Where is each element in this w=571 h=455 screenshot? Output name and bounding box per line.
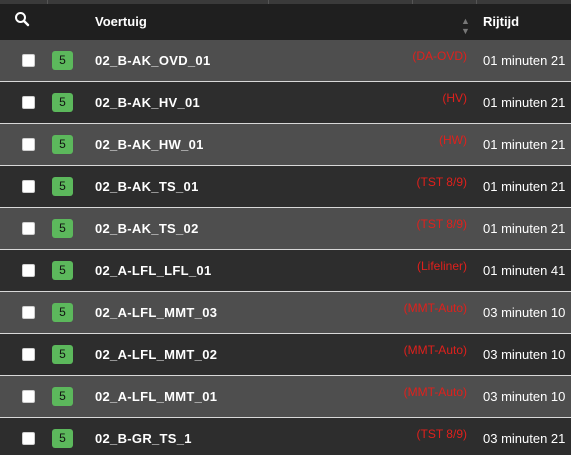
drive-time: 01 minuten 41	[483, 263, 566, 278]
vehicle-table: Voertuig ▲ ▼ Rijtijd 5 02_B-AK_OVD_01 (DA-O…	[0, 0, 571, 455]
vehicle-type: (HV)	[442, 91, 467, 105]
column-header-vehicle[interactable]: Voertuig	[95, 14, 147, 29]
drive-time: 03 minuten 10	[483, 389, 566, 404]
sort-icon[interactable]: ▲ ▼	[461, 16, 470, 36]
table-row[interactable]: 5 02_A-LFL_MMT_01 (MMT-Auto) 03 minuten 10	[0, 376, 571, 418]
status-badge: 5	[52, 303, 73, 322]
drive-time: 01 minuten 21	[483, 179, 566, 194]
vehicle-name: 02_A-LFL_MMT_03	[95, 305, 218, 320]
vehicle-name: 02_A-LFL_LFL_01	[95, 263, 212, 278]
row-checkbox[interactable]	[22, 432, 35, 445]
vehicle-type: (MMT-Auto)	[403, 385, 467, 399]
drive-time: 01 minuten 21	[483, 53, 566, 68]
drive-time: 01 minuten 21	[483, 95, 566, 110]
drive-time: 03 minuten 10	[483, 347, 566, 362]
table-row[interactable]: 5 02_B-GR_TS_1 (TST 8/9) 03 minuten 21	[0, 418, 571, 455]
vehicle-name: 02_A-LFL_MMT_02	[95, 347, 218, 362]
table-row[interactable]: 5 02_A-LFL_MMT_03 (MMT-Auto) 03 minuten 10	[0, 292, 571, 334]
table-row[interactable]: 5 02_B-AK_TS_01 (TST 8/9) 01 minuten 21	[0, 166, 571, 208]
status-badge: 5	[52, 429, 73, 448]
row-checkbox[interactable]	[22, 180, 35, 193]
table-row[interactable]: 5 02_A-LFL_LFL_01 (Lifeliner) 01 minuten 41	[0, 250, 571, 292]
column-header-time[interactable]: Rijtijd	[483, 14, 519, 29]
vehicle-type: (TST 8/9)	[416, 427, 467, 441]
table-header: Voertuig ▲ ▼ Rijtijd	[0, 4, 571, 42]
row-checkbox[interactable]	[22, 96, 35, 109]
status-badge: 5	[52, 177, 73, 196]
vehicle-type: (HW)	[439, 133, 467, 147]
table-row[interactable]: 5 02_A-LFL_MMT_02 (MMT-Auto) 03 minuten 10	[0, 334, 571, 376]
search-icon[interactable]	[14, 11, 34, 31]
drive-time: 01 minuten 21	[483, 137, 566, 152]
row-checkbox[interactable]	[22, 138, 35, 151]
status-badge: 5	[52, 135, 73, 154]
vehicle-name: 02_A-LFL_MMT_01	[95, 389, 218, 404]
vehicle-name: 02_B-AK_HV_01	[95, 95, 201, 110]
drive-time: 03 minuten 10	[483, 305, 566, 320]
status-badge: 5	[52, 51, 73, 70]
vehicle-type: (MMT-Auto)	[403, 301, 467, 315]
vehicle-type: (DA-OVD)	[412, 49, 467, 63]
status-badge: 5	[52, 261, 73, 280]
status-badge: 5	[52, 387, 73, 406]
row-checkbox[interactable]	[22, 306, 35, 319]
row-checkbox[interactable]	[22, 54, 35, 67]
vehicle-type: (TST 8/9)	[416, 217, 467, 231]
drive-time: 01 minuten 21	[483, 221, 566, 236]
row-checkbox[interactable]	[22, 264, 35, 277]
row-checkbox[interactable]	[22, 222, 35, 235]
vehicle-name: 02_B-AK_OVD_01	[95, 53, 211, 68]
table-row[interactable]: 5 02_B-AK_TS_02 (TST 8/9) 01 minuten 21	[0, 208, 571, 250]
table-row[interactable]: 5 02_B-AK_HW_01 (HW) 01 minuten 21	[0, 124, 571, 166]
vehicle-type: (MMT-Auto)	[403, 343, 467, 357]
status-badge: 5	[52, 345, 73, 364]
table-body: 5 02_B-AK_OVD_01 (DA-OVD) 01 minuten 21 5 02_…	[0, 40, 571, 455]
vehicle-name: 02_B-AK_TS_01	[95, 179, 199, 194]
table-row[interactable]: 5 02_B-AK_OVD_01 (DA-OVD) 01 minuten 21	[0, 40, 571, 82]
drive-time: 03 minuten 21	[483, 431, 566, 446]
vehicle-name: 02_B-GR_TS_1	[95, 431, 192, 446]
vehicle-name: 02_B-AK_TS_02	[95, 221, 199, 236]
status-badge: 5	[52, 93, 73, 112]
table-row[interactable]: 5 02_B-AK_HV_01 (HV) 01 minuten 21	[0, 82, 571, 124]
vehicle-name: 02_B-AK_HW_01	[95, 137, 204, 152]
vehicle-type: (Lifeliner)	[416, 259, 467, 273]
row-checkbox[interactable]	[22, 390, 35, 403]
status-badge: 5	[52, 219, 73, 238]
row-checkbox[interactable]	[22, 348, 35, 361]
vehicle-type: (TST 8/9)	[416, 175, 467, 189]
